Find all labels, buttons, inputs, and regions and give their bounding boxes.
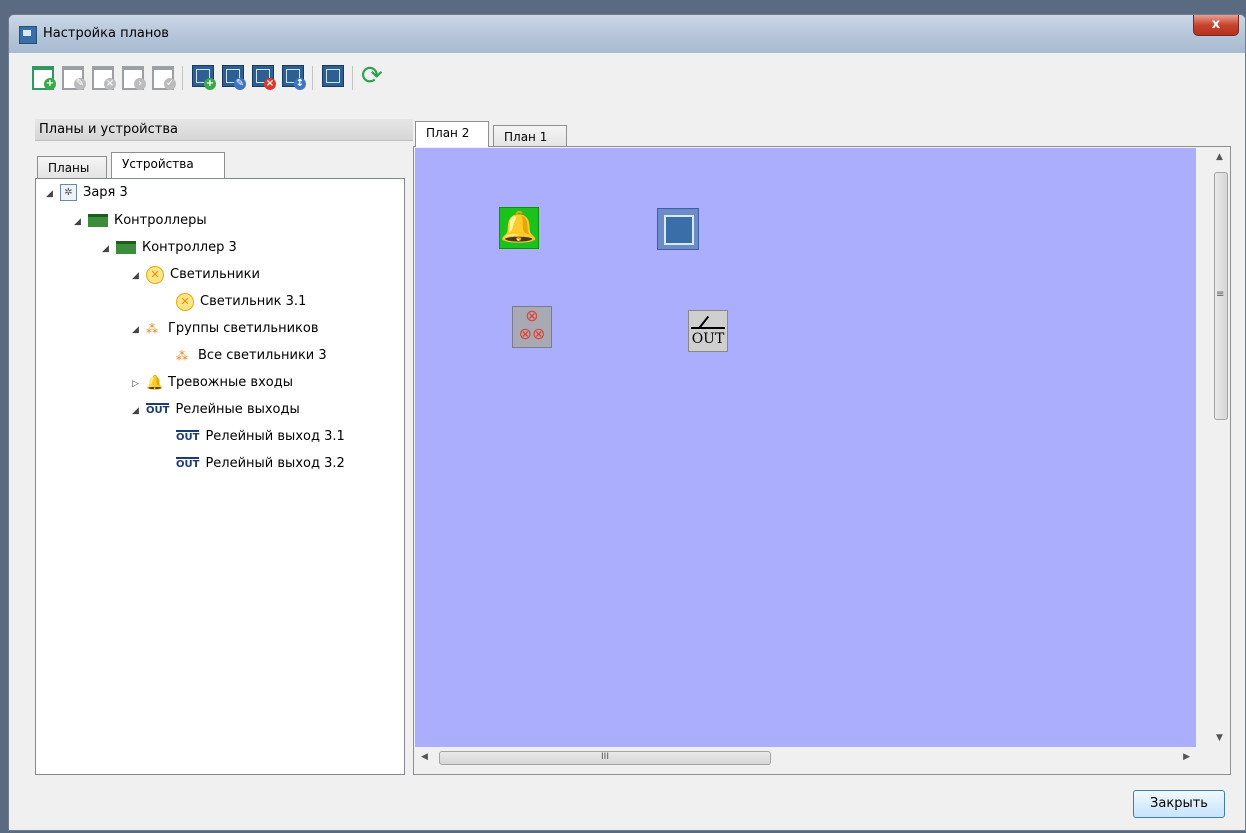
lamp-group-icon: ⊗ ⊗⊗ xyxy=(518,306,546,343)
tree-item-lamp-3-1[interactable]: ✕ Светильник 3.1 xyxy=(176,291,306,313)
tree-item-controllers[interactable]: ◢ Контроллеры xyxy=(74,210,207,232)
plans-devices-panel: Планы и устройства Планы Устройства ◢ ✲ За… xyxy=(35,119,413,775)
window-title: Настройка планов xyxy=(43,26,169,41)
relay-out-icon: OUT xyxy=(176,457,200,470)
tree-item-alarm-inputs[interactable]: ▷ 🔔 Тревожные входы xyxy=(132,372,293,394)
scroll-up-icon[interactable]: ▲ xyxy=(1216,152,1223,162)
collapse-arrow-icon[interactable]: ◢ xyxy=(132,265,146,287)
tree-item-relay-outputs[interactable]: ◢ OUT Релейные выходы xyxy=(132,399,300,421)
controller-board-icon xyxy=(116,241,136,254)
add-subplan-button[interactable]: › xyxy=(119,62,147,92)
add-element-button[interactable]: + xyxy=(189,62,217,92)
plans-settings-window: Настройка планов x + ✎ × › ✓ + ✎ × ↕ ⟳ П… xyxy=(8,14,1246,831)
tree-item-controller-3[interactable]: ◢ Контроллер 3 xyxy=(102,237,237,259)
collapse-arrow-icon[interactable]: ◢ xyxy=(132,319,146,341)
toolbar-separator xyxy=(312,66,313,90)
canvas-lamp-group[interactable]: ⊗ ⊗⊗ xyxy=(512,306,552,348)
scroll-left-icon[interactable]: ◀ xyxy=(421,752,428,762)
plan-canvas-frame: 🔔 ⊗ ⊗⊗ OUT ▲ ≡ ▼ ◀ III ▶ xyxy=(413,146,1231,775)
close-button[interactable]: Закрыть xyxy=(1133,790,1225,818)
plan-properties-button[interactable]: ✓ xyxy=(149,62,177,92)
edit-element-button[interactable]: ✎ xyxy=(219,62,247,92)
tree-item-relay-3-2[interactable]: OUT Релейный выход 3.2 xyxy=(176,453,345,475)
remove-element-button[interactable]: × xyxy=(249,62,277,92)
app-icon xyxy=(19,26,37,44)
vertical-scroll-thumb[interactable]: ≡ xyxy=(1214,172,1228,420)
toolbar-separator xyxy=(352,66,353,90)
horizontal-scrollbar[interactable]: ◀ III ▶ xyxy=(415,749,1196,766)
lamp-icon: ✕ xyxy=(176,292,194,311)
title-bar[interactable]: Настройка планов x xyxy=(9,15,1245,53)
tree-item-relay-3-1[interactable]: OUT Релейный выход 3.1 xyxy=(176,426,345,448)
toolbar-separator xyxy=(182,66,183,90)
canvas-plan-link[interactable] xyxy=(657,208,699,250)
collapse-arrow-icon[interactable]: ◢ xyxy=(132,400,146,422)
bell-icon: 🔔 xyxy=(146,374,164,391)
vertical-scrollbar[interactable]: ▲ ≡ ▼ xyxy=(1212,148,1229,747)
horizontal-scroll-thumb[interactable]: III xyxy=(439,751,771,765)
device-gear-icon: ✲ xyxy=(60,184,77,201)
expand-arrow-icon[interactable]: ▷ xyxy=(132,373,146,395)
tab-devices[interactable]: Устройства xyxy=(111,152,225,178)
relay-out-icon: OUT xyxy=(146,403,170,416)
canvas-relay-output[interactable]: OUT xyxy=(688,310,728,352)
collapse-arrow-icon[interactable]: ◢ xyxy=(46,183,60,205)
lamp-group-icon: ⁂ xyxy=(176,348,188,363)
refresh-button[interactable]: ⟳ xyxy=(359,62,387,92)
tab-plans[interactable]: Планы xyxy=(37,156,107,178)
canvas-alarm-bell[interactable]: 🔔 xyxy=(499,207,539,249)
tree-item-zarya[interactable]: ◢ ✲ Заря 3 xyxy=(46,182,128,204)
tab-plan-2[interactable]: План 2 xyxy=(415,121,489,147)
window-close-button[interactable]: x xyxy=(1193,15,1239,36)
plan-editor-panel: План 2 План 1 🔔 ⊗ ⊗⊗ OUT ▲ ≡ ▼ ◀ III ▶ xyxy=(413,119,1231,775)
panel-header: Планы и устройства xyxy=(35,119,413,141)
relay-out-icon: OUT xyxy=(176,430,200,443)
plan-image-icon xyxy=(322,65,344,87)
tab-plan-1[interactable]: План 1 xyxy=(493,125,567,147)
plan-link-icon xyxy=(664,215,694,245)
controller-board-icon xyxy=(88,214,108,227)
bell-icon: 🔔 xyxy=(500,210,538,245)
edit-plan-button[interactable]: ✎ xyxy=(59,62,87,92)
plan-canvas[interactable]: 🔔 ⊗ ⊗⊗ OUT xyxy=(415,148,1196,747)
move-element-button[interactable]: ↕ xyxy=(279,62,307,92)
collapse-arrow-icon[interactable]: ◢ xyxy=(74,211,88,233)
lamp-icon: ✕ xyxy=(146,265,164,284)
add-plan-button[interactable]: + xyxy=(29,62,57,92)
scroll-right-icon[interactable]: ▶ xyxy=(1183,752,1190,762)
delete-plan-button[interactable]: × xyxy=(89,62,117,92)
lamp-group-icon: ⁂ xyxy=(146,321,158,336)
tree-item-all-lamps-3[interactable]: ⁂ Все светильники 3 xyxy=(176,345,327,367)
scroll-down-icon[interactable]: ▼ xyxy=(1216,733,1223,743)
tree-item-lamp-groups[interactable]: ◢ ⁂ Группы светильников xyxy=(132,318,318,340)
collapse-arrow-icon[interactable]: ◢ xyxy=(102,238,116,260)
device-tree: ◢ ✲ Заря 3 ◢ Контроллеры ◢ Контроллер 3 ◢ ✕ Св… xyxy=(35,178,405,775)
tree-item-lamps[interactable]: ◢ ✕ Светильники xyxy=(132,264,260,286)
plan-image-button[interactable] xyxy=(319,62,347,92)
refresh-icon: ⟳ xyxy=(361,61,383,91)
